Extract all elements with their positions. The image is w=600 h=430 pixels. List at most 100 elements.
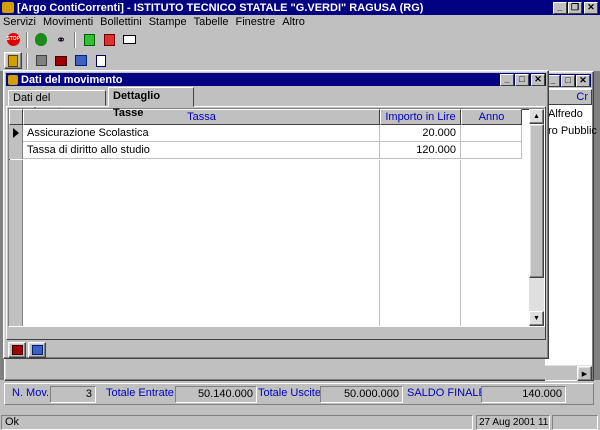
money-button[interactable] — [32, 31, 50, 48]
app-title: [Argo ContiCorrenti] - ISTITUTO TECNICO … — [17, 1, 424, 14]
scroll-thumb[interactable] — [529, 124, 544, 278]
tasse-grid: Tassa Importo in Lire Anno Assicurazione… — [8, 108, 545, 327]
horizontal-scrollbar[interactable]: ▶ — [545, 365, 592, 381]
menu-tabelle[interactable]: Tabelle — [194, 16, 229, 28]
totale-uscite-label: Totale Uscite: — [258, 387, 325, 399]
mail-button[interactable] — [120, 31, 138, 48]
saldo-finale-label: SALDO FINALE: — [407, 387, 489, 399]
importo-cell[interactable]: 20.000 — [380, 124, 461, 142]
n-mov-label: N. Mov.: — [12, 387, 53, 399]
n-mov-value: 3 — [50, 386, 96, 403]
tab-dettaglio-tasse[interactable]: Dettaglio Tasse — [108, 87, 194, 119]
preview-icon — [75, 55, 87, 66]
table-cell[interactable]: Alfredo — [548, 108, 583, 120]
importo-cell[interactable]: 120.000 — [380, 141, 461, 159]
totale-entrate-value: 50.140.000 — [175, 386, 257, 403]
tassa-cell[interactable]: Assicurazione Scolastica — [23, 124, 380, 142]
child-bottom-bar — [8, 342, 46, 358]
grid-empty-area — [9, 160, 523, 326]
table-cell[interactable]: ro Pubblic — [548, 125, 597, 137]
stop-icon: STOP — [6, 33, 20, 46]
grid-header: Tassa Importo in Lire Anno — [9, 109, 522, 125]
maximize-icon[interactable]: □ — [515, 73, 529, 86]
summary-bar: N. Mov.: 3 Totale Entrate: 50.140.000 To… — [4, 383, 594, 405]
child-titlebar: Dati del movimento _ □ ✕ — [6, 73, 546, 86]
toolbar-2 — [0, 50, 112, 71]
help-doc-icon — [96, 54, 106, 67]
envelope-icon — [122, 35, 136, 44]
menu-bollettini[interactable]: Bollettini — [100, 16, 142, 28]
scroll-up-button[interactable]: ▲ — [529, 109, 544, 124]
column-header-anno[interactable]: Anno — [461, 109, 522, 125]
column-divider — [460, 160, 461, 326]
toolbar-separator — [26, 52, 28, 69]
menu-stampe[interactable]: Stampe — [149, 16, 187, 28]
scroll-right-button[interactable]: ▶ — [577, 366, 592, 381]
maximize-icon[interactable]: □ — [561, 74, 575, 87]
status-text: Ok — [1, 415, 473, 430]
anno-cell[interactable] — [461, 124, 522, 142]
status-panel — [552, 415, 598, 430]
exit-button[interactable] — [4, 52, 22, 69]
print-detail-button[interactable] — [8, 342, 26, 358]
floppy-icon — [35, 55, 47, 66]
current-row-arrow-icon — [12, 128, 19, 138]
tab-strip: Dati del movimento Dettaglio Tasse — [6, 87, 546, 119]
minimize-icon[interactable]: _ — [553, 1, 567, 14]
binoculars-icon: ⚭ — [55, 32, 67, 47]
help-button[interactable] — [92, 52, 110, 69]
vertical-scrollbar[interactable]: ▲ ▼ — [529, 109, 544, 326]
search-button[interactable]: ⚭ — [52, 31, 70, 48]
child-title: Dati del movimento — [21, 73, 123, 86]
menu-movimenti[interactable]: Movimenti — [43, 16, 93, 28]
background-window-titlebar: _ □ ✕ — [545, 74, 591, 87]
menu-altro[interactable]: Altro — [282, 16, 305, 28]
saldo-finale-value: 140.000 — [481, 386, 566, 403]
tab-page: Tassa Importo in Lire Anno Assicurazione… — [6, 106, 546, 340]
row-indicator-header — [9, 109, 23, 125]
toolbar-separator — [26, 31, 28, 48]
printer-icon — [11, 345, 23, 355]
restore-icon[interactable]: ❐ — [568, 1, 582, 14]
status-datetime: 27 Aug 2001 11:59 — [476, 415, 550, 430]
dati-movimento-window: Dati del movimento _ □ ✕ Dati del movime… — [3, 70, 549, 359]
save-button[interactable] — [32, 52, 50, 69]
close-icon[interactable]: ✕ — [576, 74, 590, 87]
status-bar: Ok 27 Aug 2001 11:59 — [0, 414, 600, 430]
totale-entrate-label: Totale Entrate: — [106, 387, 177, 399]
green-doc-icon — [83, 33, 95, 46]
new-record-button[interactable] — [80, 31, 98, 48]
delete-record-button[interactable] — [100, 31, 118, 48]
print-preview-button[interactable] — [72, 52, 90, 69]
table-row[interactable]: Tassa di diritto allo studio 120.000 — [9, 141, 522, 159]
menu-finestre[interactable]: Finestre — [236, 16, 276, 28]
preview-detail-button[interactable] — [28, 342, 46, 358]
anno-cell[interactable] — [461, 141, 522, 159]
background-grid: Cr Alfredo ro Pubblic ▶ — [545, 88, 597, 381]
close-icon[interactable]: ✕ — [531, 73, 545, 86]
money-bag-icon — [35, 33, 47, 46]
exit-door-icon — [8, 54, 18, 67]
main-titlebar: [Argo ContiCorrenti] - ISTITUTO TECNICO … — [0, 0, 600, 15]
tab-dati-movimento[interactable]: Dati del movimento — [8, 90, 106, 118]
table-row[interactable]: Assicurazione Scolastica 20.000 — [9, 124, 522, 142]
window-icon[interactable] — [8, 74, 18, 85]
column-header-tassa[interactable]: Tassa — [23, 109, 380, 125]
toolbar-1: STOP ⚭ — [0, 29, 140, 50]
close-icon[interactable]: ✕ — [584, 1, 598, 14]
column-header-importo[interactable]: Importo in Lire — [380, 109, 461, 125]
row-indicator-column — [9, 160, 23, 326]
printer-icon — [55, 55, 67, 66]
app-icon[interactable] — [2, 2, 14, 13]
column-header[interactable]: Cr — [545, 89, 592, 105]
stop-button[interactable]: STOP — [4, 31, 22, 48]
scroll-down-button[interactable]: ▼ — [529, 311, 544, 326]
row-indicator — [9, 124, 23, 142]
tassa-cell[interactable]: Tassa di diritto allo studio — [23, 141, 380, 159]
row-indicator — [9, 141, 23, 159]
menu-servizi[interactable]: Servizi — [3, 16, 36, 28]
minimize-icon[interactable]: _ — [500, 73, 514, 86]
totale-uscite-value: 50.000.000 — [320, 386, 403, 403]
red-doc-icon — [103, 33, 115, 46]
print-button[interactable] — [52, 52, 70, 69]
